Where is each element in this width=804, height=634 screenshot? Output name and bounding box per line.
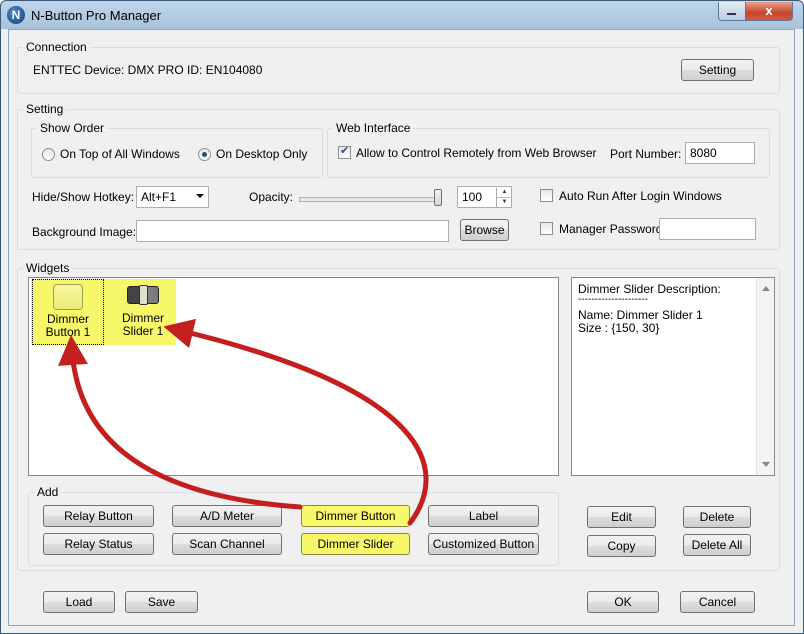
- app-logo-icon: N: [7, 6, 25, 24]
- background-image-input[interactable]: [136, 220, 449, 242]
- widget-dimmer-button-1[interactable]: Dimmer Button 1: [32, 279, 104, 345]
- allow-remote-label: Allow to Control Remotely from Web Brows…: [356, 146, 597, 160]
- copy-button[interactable]: Copy: [587, 535, 656, 557]
- slider-knob-icon: [139, 285, 148, 305]
- scroll-up-icon[interactable]: [762, 286, 770, 291]
- connection-setting-button[interactable]: Setting: [681, 59, 754, 81]
- device-info-text: ENTTEC Device: DMX PRO ID: EN104080: [33, 63, 263, 77]
- widgets-group-title: Widgets: [23, 261, 73, 275]
- description-scrollbar[interactable]: [756, 278, 774, 475]
- dimmer-slider-icon: [127, 285, 159, 305]
- show-order-title: Show Order: [37, 121, 108, 135]
- chevron-down-icon: [196, 194, 204, 198]
- add-dimmer-button-button[interactable]: Dimmer Button: [301, 505, 410, 527]
- delete-button[interactable]: Delete: [683, 506, 751, 528]
- port-number-label: Port Number:: [610, 147, 682, 161]
- opacity-value: 100: [462, 190, 483, 204]
- ok-button[interactable]: OK: [587, 591, 659, 613]
- background-image-label: Background Image:: [32, 225, 137, 239]
- radio-on-desktop-label: On Desktop Only: [216, 147, 308, 161]
- radio-on-top-label: On Top of All Windows: [60, 147, 180, 161]
- add-dimmer-slider-button[interactable]: Dimmer Slider: [301, 533, 410, 555]
- cancel-button[interactable]: Cancel: [680, 591, 755, 613]
- radio-on-desktop[interactable]: [198, 148, 211, 161]
- opacity-spin-buttons[interactable]: ▲ ▼: [496, 188, 512, 208]
- description-name: Name: Dimmer Slider 1: [578, 308, 703, 322]
- window-title: N-Button Pro Manager: [31, 8, 162, 23]
- auto-run-label: Auto Run After Login Windows: [559, 189, 722, 203]
- scroll-down-icon[interactable]: [762, 462, 770, 467]
- opacity-slider-thumb[interactable]: [434, 189, 442, 206]
- description-size: Size : {150, 30}: [578, 321, 660, 335]
- hotkey-combobox[interactable]: Alt+F1: [136, 186, 209, 208]
- web-interface-title: Web Interface: [333, 121, 414, 135]
- radio-on-top[interactable]: [42, 148, 55, 161]
- add-relay-status-button[interactable]: Relay Status: [43, 533, 154, 555]
- spin-up-icon[interactable]: ▲: [497, 188, 512, 198]
- add-ad-meter-button[interactable]: A/D Meter: [172, 505, 282, 527]
- setting-group-title: Setting: [23, 102, 67, 116]
- port-number-input[interactable]: [685, 142, 755, 164]
- hotkey-label: Hide/Show Hotkey:: [32, 190, 135, 204]
- load-button[interactable]: Load: [43, 591, 115, 613]
- minimize-button[interactable]: [718, 2, 746, 21]
- delete-all-button[interactable]: Delete All: [683, 534, 751, 556]
- dimmer-button-icon: [53, 284, 83, 310]
- widget-dimmer-slider-1[interactable]: Dimmer Slider 1: [108, 279, 178, 345]
- add-scan-channel-button[interactable]: Scan Channel: [172, 533, 282, 555]
- auto-run-checkbox[interactable]: [540, 189, 553, 202]
- add-group-title: Add: [34, 485, 62, 499]
- widget-description-panel: Dimmer Slider Description: -------------…: [571, 277, 775, 476]
- add-customized-button[interactable]: Customized Button: [428, 533, 539, 555]
- opacity-slider-track[interactable]: [299, 197, 442, 202]
- allow-remote-checkbox[interactable]: [338, 144, 351, 159]
- widget-label-line2: Slider 1: [122, 324, 164, 338]
- save-button[interactable]: Save: [125, 591, 198, 613]
- title-bar[interactable]: N N-Button Pro Manager x: [1, 1, 803, 29]
- add-relay-button[interactable]: Relay Button: [43, 505, 154, 527]
- spin-down-icon[interactable]: ▼: [497, 198, 512, 207]
- browse-button[interactable]: Browse: [460, 219, 509, 241]
- connection-group-title: Connection: [23, 40, 90, 54]
- add-label-button[interactable]: Label: [428, 505, 539, 527]
- widget-label-line2: Button 1: [45, 325, 91, 339]
- edit-button[interactable]: Edit: [587, 506, 656, 528]
- opacity-label: Opacity:: [249, 190, 294, 204]
- close-icon: x: [765, 3, 773, 18]
- description-separator: ---------------------: [578, 294, 648, 305]
- close-button[interactable]: x: [745, 2, 793, 21]
- manager-password-input[interactable]: [659, 218, 756, 240]
- manager-password-checkbox[interactable]: [540, 222, 553, 235]
- manager-password-label: Manager Password: [559, 222, 663, 236]
- hotkey-value: Alt+F1: [141, 190, 177, 204]
